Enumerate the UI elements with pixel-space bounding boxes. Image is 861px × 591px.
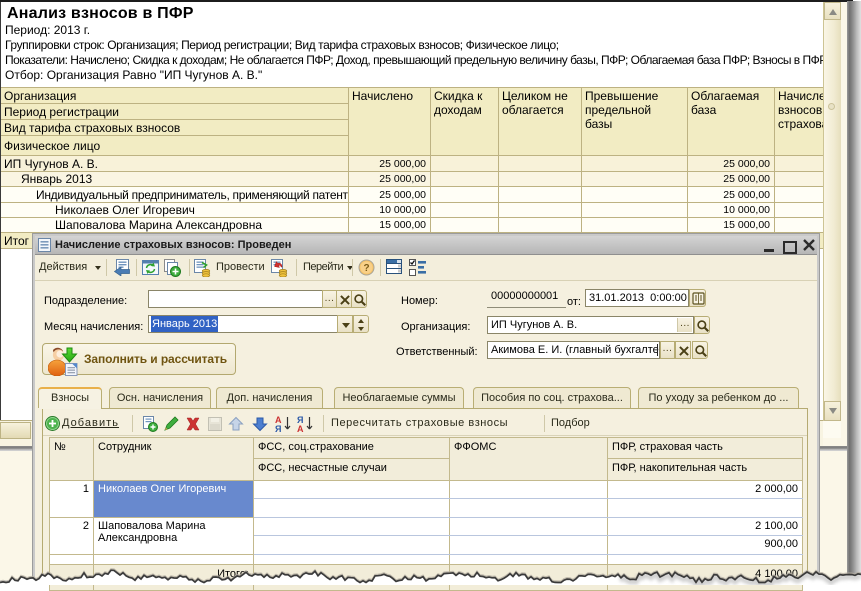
svg-text:Я: Я xyxy=(275,424,281,433)
svg-text:А: А xyxy=(297,424,304,433)
svg-text:?: ? xyxy=(363,263,369,274)
